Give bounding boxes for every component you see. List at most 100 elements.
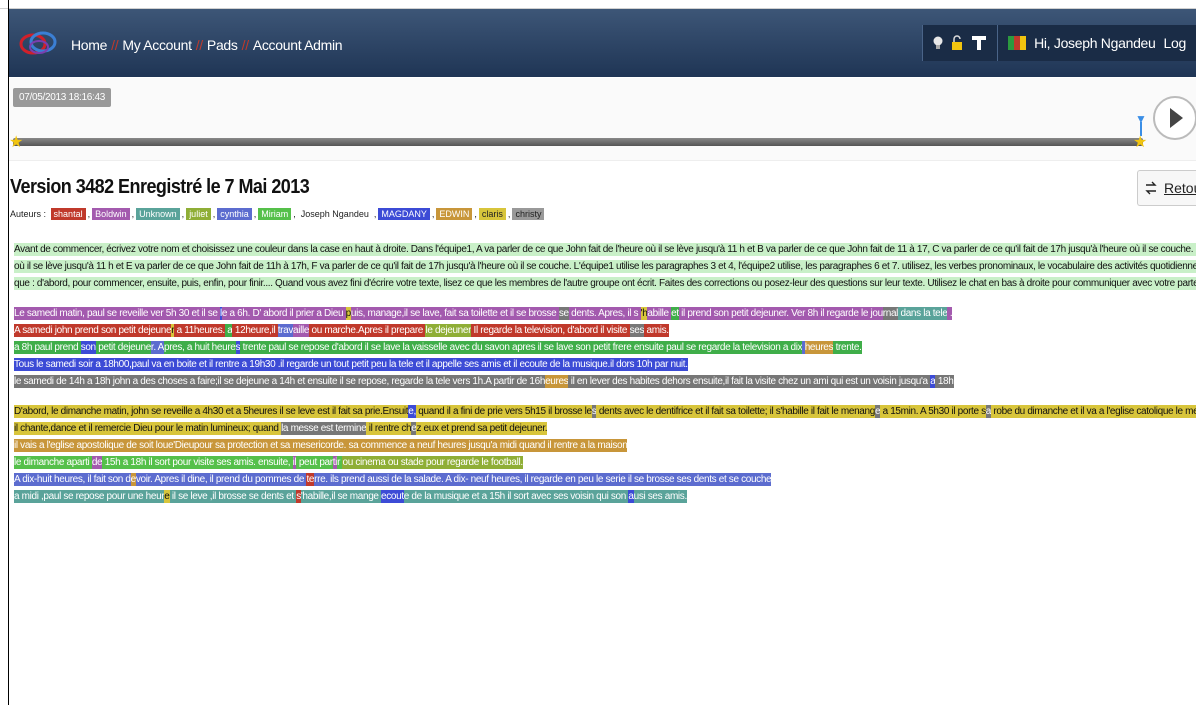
author-tag: juliet [186,208,211,220]
author-tag: Miriam [258,208,292,220]
text-line: A samedi john prend son petit dejeuner a… [14,322,1196,339]
instruction-line: Avant de commencer, écrivez votre nom et… [14,243,1196,256]
author-text-segment: ecout [381,490,404,503]
lightbulb-icon[interactable] [933,36,943,50]
author-text-segment: te [306,473,315,486]
star-start-icon[interactable]: ★ [9,132,23,152]
author-tag: christy [512,208,545,220]
main-nav: Home//My Account//Pads//Account Admin [71,37,343,53]
language-flag-icon[interactable] [1008,36,1027,50]
author-text-segment: trente. [833,341,862,354]
author-text-segment: 'habille,il se mange [300,490,382,503]
author-text-segment: eures [545,375,569,388]
author-text-segment: e a 6h. D' abord il prier a Dieu [221,307,346,320]
author-tag: MAGDANY [378,208,430,220]
timeslider: 07/05/2013 18:16:43 ★ ▼ ★ [9,78,1196,161]
nav-separator: // [111,37,119,53]
timestamp-badge: 07/05/2013 18:16:43 [13,88,112,107]
author-text-segment: D'abord, le dimanche matin, john se reve… [14,405,409,418]
author-text-segment: rnal [882,307,899,320]
author-text-segment: a 8h paul prend [14,341,81,354]
author-text-segment: le samedi de 14h a 18h john a des choses… [14,375,546,388]
author-text-segment: . [947,307,953,320]
nav-my-account-link[interactable]: My Account [122,37,192,53]
author-text-segment: il rentre ch [366,422,412,435]
tool-icons-box [922,25,998,61]
author-text-segment: le dejeuner [425,324,472,337]
instructions-paragraph: Avant de commencer, écrivez votre nom et… [14,241,1196,292]
timeslider-track[interactable] [13,138,1143,146]
author-text-segment: amis. [644,324,669,337]
author-text-segment: Le samedi matin, paul se reveille ver 5h… [14,307,221,320]
pad-document[interactable]: Avant de commencer, écrivez votre nom et… [14,241,1196,518]
nav-account-admin-link[interactable]: Account Admin [253,37,343,53]
text-line: il vais a l'eglise apostolique de soit l… [14,437,1196,454]
author-text-segment: e [164,490,170,503]
author-text-segment: dents avec le dentifrice et il fait sa t… [596,405,875,418]
author-text-segment: aille [293,324,310,337]
author-text-segment: trente paul se repose d'abord il se lave… [240,341,803,354]
logout-link[interactable]: Log [1164,35,1187,51]
author-text-segment: peut par [296,456,333,469]
author-text-segment: il se leve ,il brosse se dents et [169,490,297,503]
author-text-segment: il prend son petit dejeuner. Ver 8h il r… [678,307,883,320]
author-text-segment: pres, a huit heure [163,341,236,354]
author-text-segment: Tous le samedi soir a 18h00,paul va en b… [14,358,688,371]
nav-home-link[interactable]: Home [71,37,107,53]
text-line: A dix-huit heures, il fait son devoir. A… [14,471,1196,488]
author-text-segment: robe du dimanche et il va a l'eglise cat… [991,405,1196,418]
text-line: il chante,dance et il remercie Dieu pour… [14,420,1196,437]
user-box: Hi, Joseph Ngandeu Log [997,25,1196,61]
authors-label: Auteurs : [10,209,47,219]
author-text-segment: de [91,456,103,469]
author-text-segment: la messe est termine [281,422,367,435]
author-text-segment: A samedi john prend son petit dejeune [14,324,172,337]
return-button[interactable]: Retourne [1137,170,1196,206]
user-greeting[interactable]: Hi, Joseph Ngandeu [1034,35,1156,51]
team2-paragraph: D'abord, le dimanche matin, john se reve… [14,403,1196,505]
author-text-segment: dans la tele [898,307,948,320]
authors-list: Auteurs : shantal, Boldwin, Unknown, juliet… [10,208,546,220]
window-top-edge [0,0,1196,9]
author-text-segment: e, [408,405,416,418]
text-line: le samedi de 14h a 18h john a des choses… [14,373,1196,390]
return-label: Retourne [1164,180,1196,196]
nav-separator: // [241,37,249,53]
swap-arrows-icon [1145,181,1157,195]
author-text-segment: ses [629,324,645,337]
author-text-segment: a 11heures. [174,324,225,337]
nav-separator: // [195,37,203,53]
text-line: Le samedi matin, paul se reveille ver 5h… [14,305,1196,322]
instruction-line: où il se lève jusqu'à 11 h et E va parle… [14,260,1196,273]
user-tools: Hi, Joseph Ngandeu Log [922,25,1196,61]
pin-icon[interactable] [971,35,987,51]
app-logo-icon[interactable] [19,27,59,61]
author-text-segment: 12heure,il [232,324,278,337]
author-tag: Unknown [136,208,180,220]
author-text-segment: et [671,307,679,320]
author-text-segment: petit dejeune [95,341,151,354]
author-text-segment: A dix-huit heures, il fait son d [14,473,131,486]
play-button[interactable] [1153,96,1196,140]
author-text-segment: dents. Apres, il s [568,307,641,320]
nav-pads-link[interactable]: Pads [207,37,238,53]
author-text-segment: 15h a 18h il sort pour visite ses amis. … [102,456,293,469]
top-navigation-bar: Home//My Account//Pads//Account Admin Hi… [9,9,1196,77]
author-text-segment: a [628,490,634,503]
author-text-segment: r. A [150,341,164,354]
lock-icon[interactable] [951,35,963,51]
author-text-segment: il vais a l'eglise apostolique de soit l… [14,439,628,452]
author-text-segment: usi ses amis. [633,490,687,503]
author-tag: Joseph Ngandeu [297,208,372,220]
author-tag: claris [478,208,506,220]
author-text-segment: a 15min. A 5h30 il porte s [880,405,986,418]
author-text-segment: il chante,dance et il remercie Dieu pour… [14,422,282,435]
author-text-segment: z eux et prend sa petit dejeuner. [416,422,548,435]
instruction-line: que : d'abord, pour commencer, ensuite, … [14,277,1196,290]
author-text-segment: trav [277,324,294,337]
author-text-segment: heures [804,341,834,354]
text-line: a midi ,paul se repose pour une heure il… [14,488,1196,505]
author-text-segment: il en lever des habites dehors ensuite,i… [568,375,931,388]
star-end-icon[interactable]: ★ [1133,132,1147,152]
text-line: Tous le samedi soir a 18h00,paul va en b… [14,356,1196,373]
